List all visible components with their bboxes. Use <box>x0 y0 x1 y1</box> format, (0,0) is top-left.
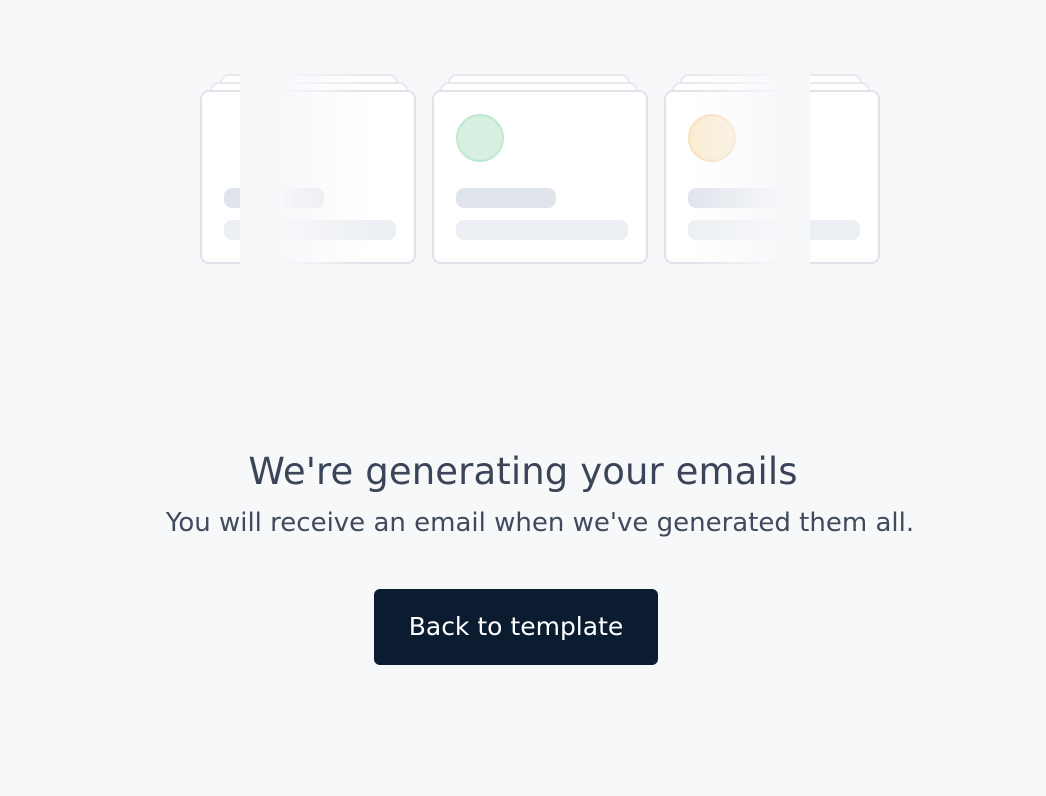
loading-illustration <box>0 0 1046 300</box>
status-headline: We're generating your emails <box>248 450 798 493</box>
fade-overlay-left <box>240 60 370 280</box>
fade-overlay-right <box>690 60 810 280</box>
skeleton-card-center <box>432 90 648 264</box>
skeleton-body-line <box>456 220 628 240</box>
status-subline: You will receive an email when we've gen… <box>165 508 915 538</box>
back-to-template-button[interactable]: Back to template <box>374 589 658 665</box>
skeleton-title-line <box>456 188 556 208</box>
skeleton-avatar-green <box>456 114 504 162</box>
